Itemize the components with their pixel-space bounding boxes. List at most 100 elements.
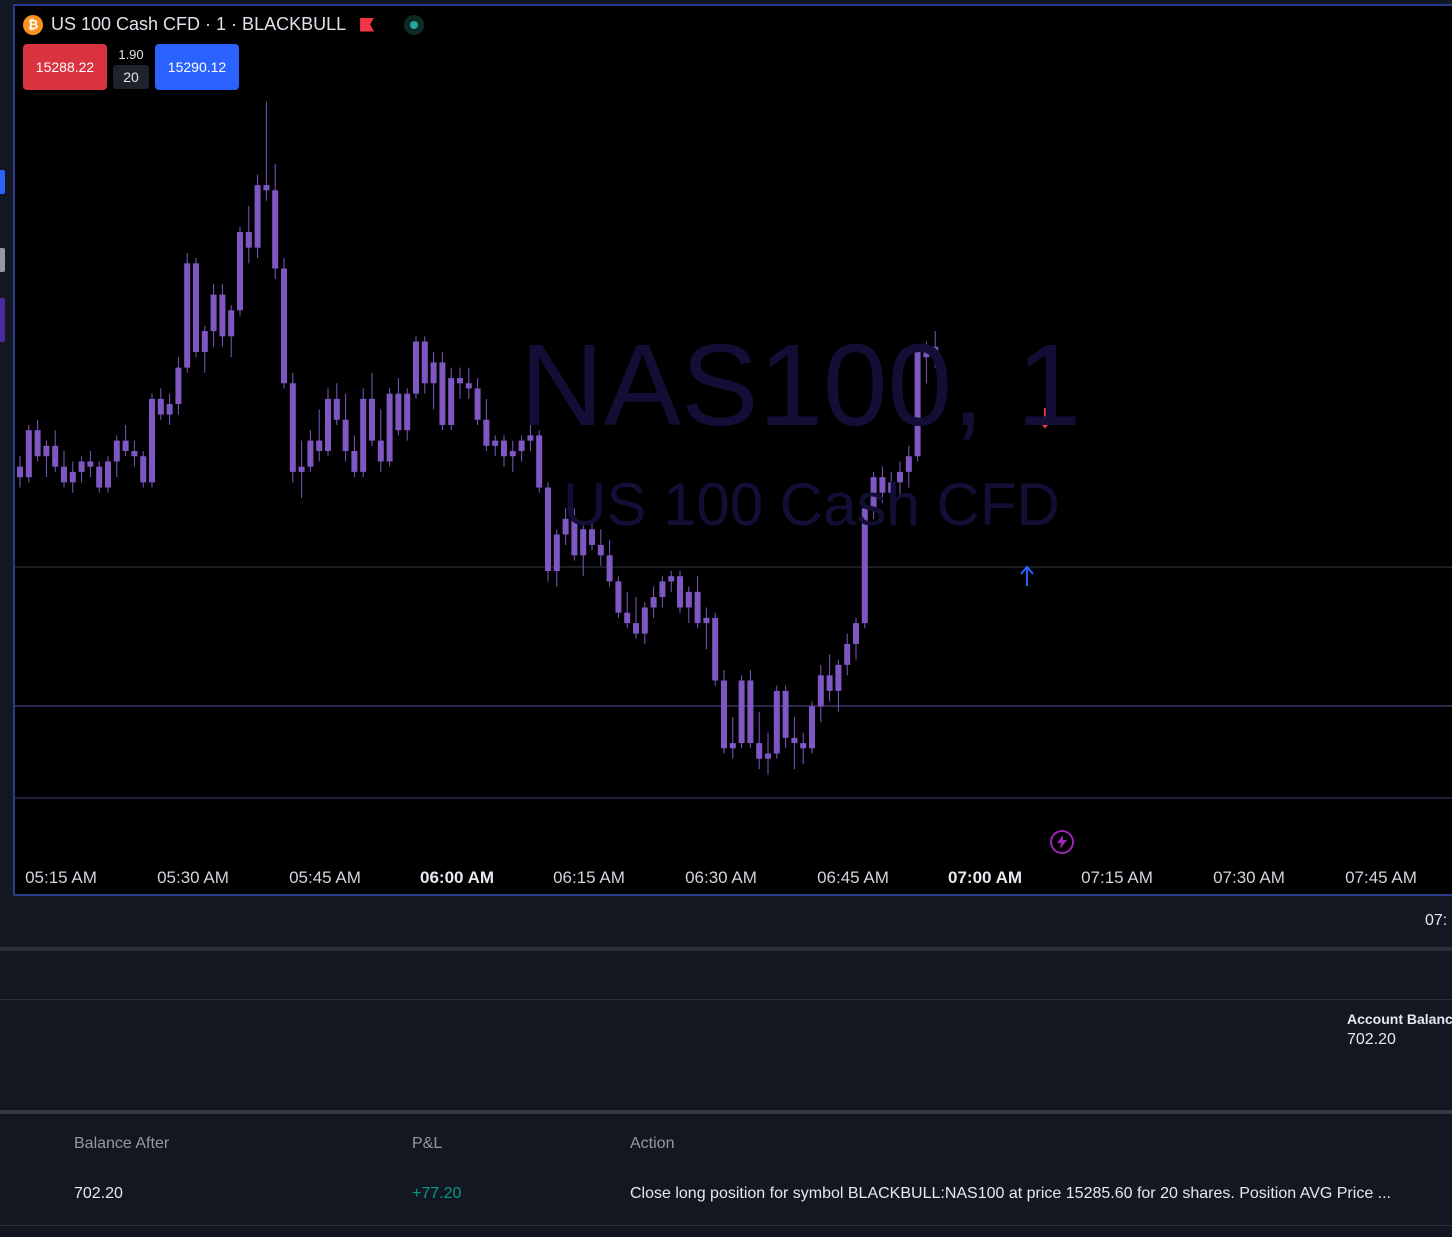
candle-body bbox=[509, 451, 516, 457]
column-header-pnl[interactable]: P&L bbox=[412, 1135, 442, 1153]
candle bbox=[756, 711, 763, 770]
candle-body bbox=[96, 466, 103, 488]
time-label: 06:15 AM bbox=[553, 868, 625, 887]
table-row-divider bbox=[0, 1225, 1452, 1226]
candle bbox=[272, 164, 279, 279]
candle bbox=[668, 570, 675, 592]
candle-body bbox=[61, 466, 67, 483]
candle-body bbox=[765, 753, 771, 759]
candle bbox=[765, 732, 771, 775]
time-label: 07:45 AM bbox=[1345, 868, 1417, 887]
candle bbox=[509, 440, 516, 472]
candle-body bbox=[483, 419, 490, 446]
flag-icon[interactable] bbox=[360, 17, 375, 32]
candle-body bbox=[465, 383, 472, 389]
candle bbox=[254, 174, 261, 259]
candle-body bbox=[325, 398, 331, 452]
candle bbox=[729, 716, 736, 759]
candle bbox=[782, 685, 789, 749]
candle-body bbox=[175, 367, 182, 405]
candle bbox=[149, 393, 155, 488]
candle-body bbox=[166, 404, 173, 415]
quantity-input[interactable]: 20 bbox=[113, 65, 149, 89]
column-header-balance-after[interactable]: Balance After bbox=[74, 1135, 169, 1153]
sell-button[interactable]: 15288.22 bbox=[23, 44, 107, 90]
candle-body bbox=[210, 294, 217, 332]
candle-body bbox=[43, 445, 50, 457]
panel-divider bbox=[0, 999, 1452, 1000]
panel-divider bbox=[0, 947, 1452, 951]
candle bbox=[404, 388, 411, 441]
candle-body bbox=[844, 643, 851, 665]
time-label: 05:15 AM bbox=[25, 868, 97, 887]
chart-pane[interactable]: NAS100, 1 US 100 Cash CFD ₿ US 100 Cash … bbox=[13, 4, 1452, 896]
candle bbox=[210, 284, 217, 347]
symbol-title[interactable]: US 100 Cash CFD · 1 · BLACKBULL bbox=[51, 14, 346, 35]
candle bbox=[140, 451, 147, 488]
candle bbox=[307, 430, 314, 472]
lightning-icon[interactable] bbox=[1050, 830, 1074, 854]
candle-body bbox=[404, 393, 411, 431]
spread-value: 1.90 bbox=[118, 47, 144, 62]
candle bbox=[245, 205, 252, 264]
live-status-icon bbox=[404, 14, 425, 35]
candle bbox=[835, 659, 842, 712]
candle bbox=[263, 101, 270, 201]
candle bbox=[184, 252, 191, 373]
candle-body bbox=[685, 591, 692, 608]
candle bbox=[281, 258, 287, 389]
time-label: 07:15 AM bbox=[1081, 868, 1153, 887]
candle-body bbox=[835, 664, 842, 691]
candle bbox=[712, 612, 719, 686]
candle bbox=[105, 456, 111, 493]
candle-body bbox=[756, 743, 763, 759]
panel-divider bbox=[0, 1110, 1452, 1114]
candle bbox=[228, 305, 235, 358]
candle bbox=[817, 664, 824, 723]
column-header-action[interactable]: Action bbox=[630, 1135, 674, 1153]
candle-body bbox=[650, 597, 657, 608]
candle-body bbox=[597, 544, 604, 556]
candle-body bbox=[272, 190, 279, 269]
symbol-legend: ₿ US 100 Cash CFD · 1 · BLACKBULL bbox=[23, 14, 425, 35]
candle bbox=[333, 383, 340, 425]
candle-body bbox=[421, 341, 428, 384]
candle-body bbox=[298, 466, 305, 472]
candle-body bbox=[817, 675, 824, 707]
toolbar-marker-blue[interactable] bbox=[0, 170, 5, 194]
candle-body bbox=[87, 461, 94, 467]
candle bbox=[78, 456, 85, 483]
candle bbox=[342, 393, 349, 462]
toolbar-marker-grey[interactable] bbox=[0, 248, 5, 272]
candle bbox=[694, 576, 701, 629]
candle-body bbox=[606, 555, 613, 582]
symbol-watermark-description: US 100 Cash CFD bbox=[563, 471, 1060, 538]
time-label: 06:45 AM bbox=[817, 868, 889, 887]
candle bbox=[386, 388, 393, 467]
candle bbox=[624, 591, 631, 629]
candle-body bbox=[641, 607, 648, 634]
candle-body bbox=[105, 461, 111, 488]
buy-button[interactable]: 15290.12 bbox=[155, 44, 239, 90]
candle bbox=[237, 226, 243, 316]
candle-body bbox=[773, 690, 780, 754]
candle-body bbox=[113, 440, 120, 462]
candle-body bbox=[25, 430, 32, 478]
candle-body bbox=[457, 378, 463, 384]
candle-body bbox=[193, 263, 199, 352]
candle-body bbox=[738, 680, 745, 744]
candle bbox=[219, 284, 226, 347]
account-balance-label: Account Balanc bbox=[1347, 1011, 1452, 1027]
candle-body bbox=[351, 451, 358, 472]
candle-body bbox=[333, 398, 340, 420]
candle-body bbox=[413, 341, 419, 394]
toolbar-marker-purple[interactable] bbox=[0, 298, 5, 342]
candle bbox=[465, 367, 472, 399]
candle-body bbox=[184, 263, 191, 368]
candle bbox=[791, 716, 798, 770]
candle-body bbox=[17, 466, 23, 478]
candle bbox=[87, 451, 94, 478]
candle-body bbox=[263, 185, 270, 191]
candle-body bbox=[659, 581, 666, 598]
cell-action: Close long position for symbol BLACKBULL… bbox=[630, 1185, 1391, 1202]
